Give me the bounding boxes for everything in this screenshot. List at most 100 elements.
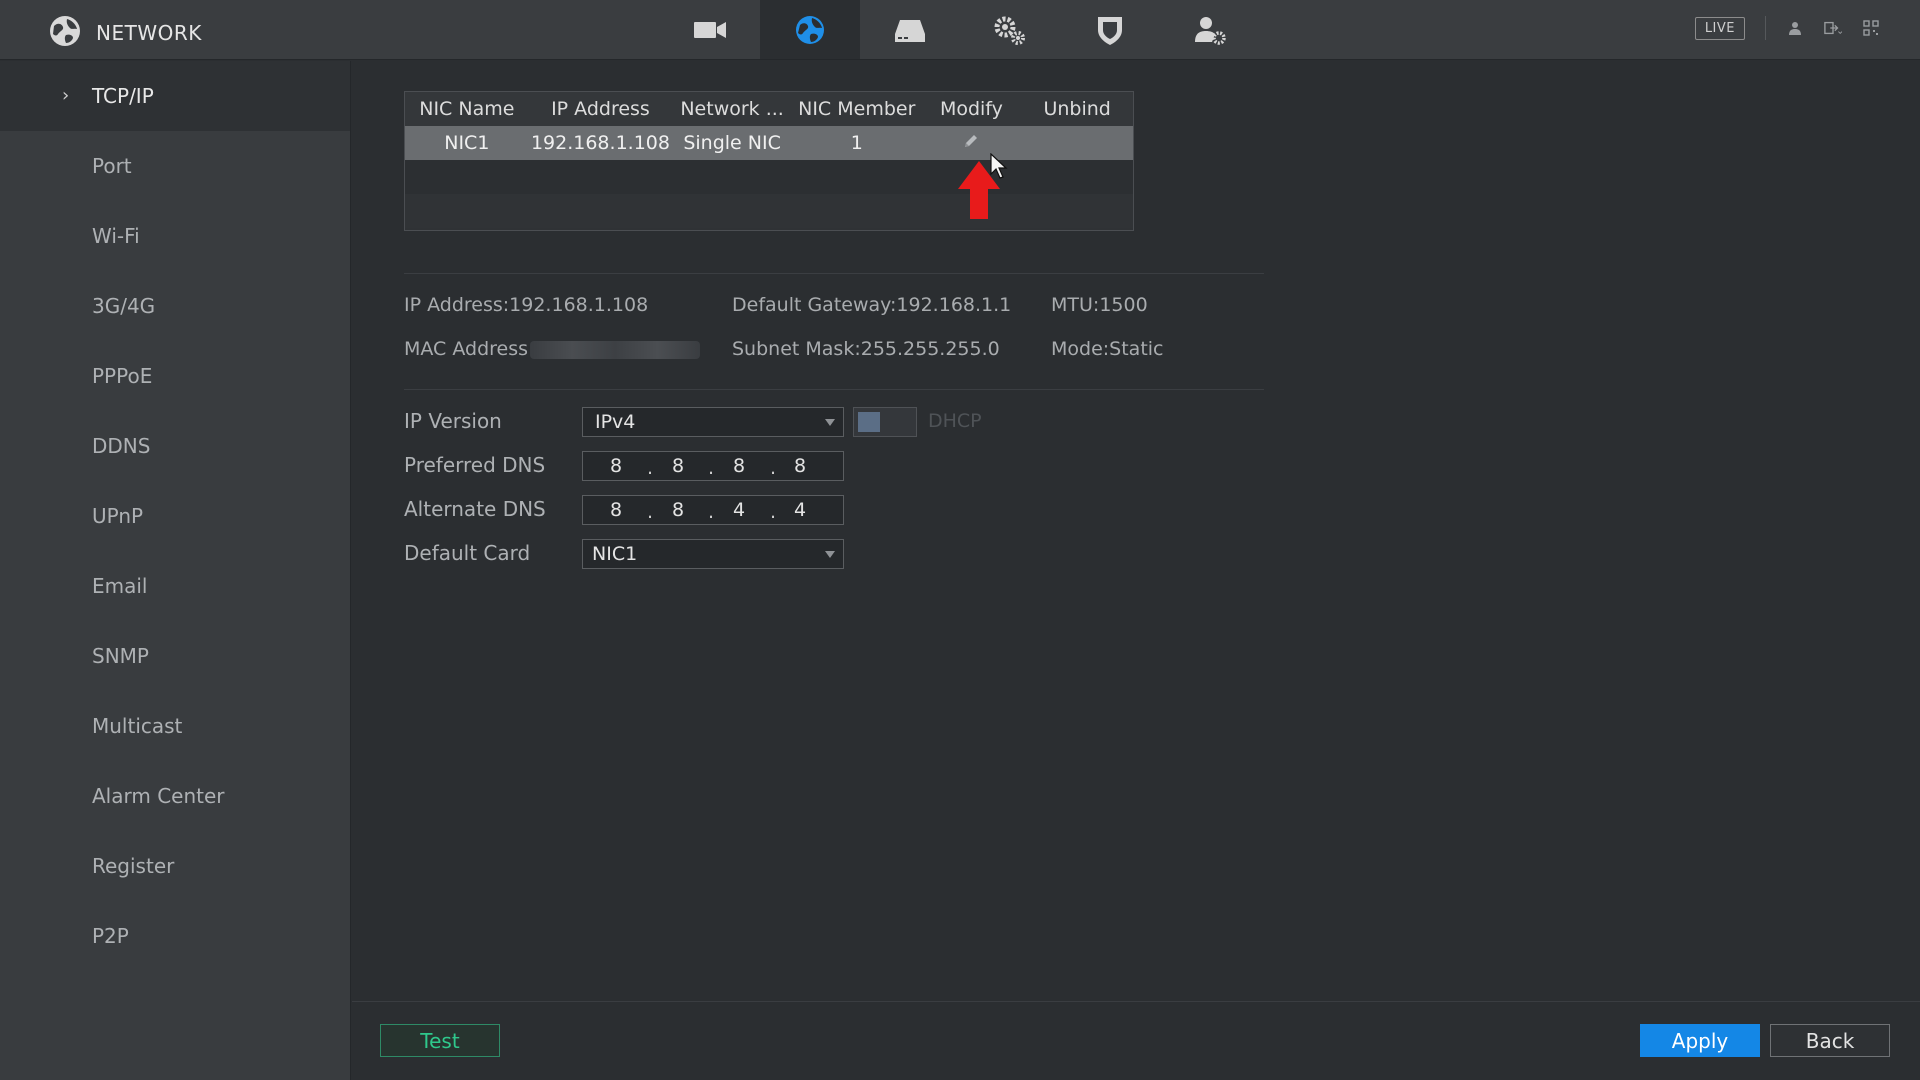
back-button[interactable]: Back (1770, 1024, 1890, 1057)
column-header[interactable]: Modify (922, 92, 1022, 126)
info-mode: Mode:Static (1051, 338, 1164, 360)
info-value: 1500 (1099, 294, 1148, 316)
preferred-dns-input[interactable]: 8 . 8 . 8 . 8 (582, 451, 844, 481)
alternate-dns-input[interactable]: 8 . 8 . 4 . 4 (582, 495, 844, 525)
edit-pencil-icon[interactable] (962, 132, 980, 155)
ip-octet[interactable]: 8 (601, 455, 631, 477)
column-header[interactable]: Unbind (1021, 92, 1133, 126)
sidebar-item-alarm-center[interactable]: Alarm Center (0, 761, 350, 831)
sidebar-item-upnp[interactable]: UPnP (0, 481, 350, 551)
sidebar-item-port[interactable]: Port (0, 131, 350, 201)
divider (404, 273, 1264, 274)
alternate-dns-label: Alternate DNS (404, 497, 546, 521)
nav-system[interactable] (960, 0, 1060, 59)
sidebar-item-label: Port (92, 154, 132, 178)
sidebar-item-p2p[interactable]: P2P (0, 901, 350, 971)
ip-address-cell: 192.168.1.108 (530, 132, 670, 154)
ip-dot: . (647, 457, 654, 479)
sidebar-item-wifi[interactable]: Wi-Fi (0, 201, 350, 271)
ip-octet[interactable]: 8 (724, 455, 754, 477)
divider (404, 389, 1264, 390)
sidebar-item-label: TCP/IP (92, 84, 154, 108)
nav-account[interactable] (1160, 0, 1260, 59)
toggle-knob (858, 412, 880, 432)
sidebar-item-3g4g[interactable]: 3G/4G (0, 271, 350, 341)
test-button[interactable]: Test (380, 1024, 500, 1057)
ip-version-select[interactable]: IPv4 (582, 407, 844, 437)
column-header[interactable]: NIC Name (405, 92, 529, 126)
nav-security[interactable] (1060, 0, 1160, 59)
ip-octet[interactable]: 8 (663, 455, 693, 477)
sidebar-item-label: Register (92, 854, 175, 878)
info-value: 255.255.255.0 (860, 338, 1000, 360)
column-header[interactable]: IP Address (529, 92, 673, 126)
sidebar: › TCP/IP Port Wi-Fi 3G/4G PPPoE DDNS UPn… (0, 61, 351, 1080)
info-subnet-mask: Subnet Mask:255.255.255.0 (732, 338, 1000, 360)
info-label: MTU: (1051, 294, 1100, 316)
ip-version-label: IP Version (404, 409, 502, 433)
info-mtu: MTU:1500 (1051, 294, 1148, 316)
account-icon (1195, 16, 1226, 45)
dhcp-label: DHCP (928, 410, 982, 432)
info-value: Static (1109, 338, 1164, 360)
camera-icon (694, 21, 726, 38)
sidebar-item-tcpip[interactable]: › TCP/IP (0, 61, 350, 131)
sidebar-item-email[interactable]: Email (0, 551, 350, 621)
ip-octet[interactable]: 8 (601, 499, 631, 521)
info-default-gateway: Default Gateway:192.168.1.1 (732, 294, 1011, 316)
red-arrow-annotation-icon (956, 159, 1002, 225)
apply-button[interactable]: Apply (1640, 1024, 1760, 1057)
ip-octet[interactable]: 8 (785, 455, 815, 477)
sidebar-item-multicast[interactable]: Multicast (0, 691, 350, 761)
sidebar-item-snmp[interactable]: SNMP (0, 621, 350, 691)
main-nav (660, 0, 1260, 60)
unbind-cell (1021, 126, 1133, 160)
ip-dot: . (647, 501, 654, 523)
sidebar-item-register[interactable]: Register (0, 831, 350, 901)
table-row[interactable]: NIC1 192.168.1.108 Single NIC 1 (405, 126, 1133, 160)
ip-dot: . (708, 457, 715, 479)
table-header: NIC Name IP Address Network ... NIC Memb… (405, 92, 1133, 126)
select-value: IPv4 (595, 411, 636, 433)
footer-bar: Test Apply Back (352, 1001, 1920, 1080)
storage-icon (895, 19, 925, 42)
user-icon[interactable] (1786, 19, 1804, 37)
table-row (405, 160, 1133, 194)
info-ip-address: IP Address:192.168.1.108 (404, 294, 648, 316)
info-value: 192.168.1.1 (896, 294, 1012, 316)
network-globe-icon (796, 15, 824, 44)
logout-icon[interactable] (1824, 19, 1842, 37)
default-card-label: Default Card (404, 541, 531, 565)
sidebar-item-label: Alarm Center (92, 784, 225, 808)
live-button[interactable]: LIVE (1694, 16, 1745, 40)
nic-member-cell: 1 (850, 132, 863, 154)
select-value: NIC1 (592, 543, 638, 565)
sidebar-item-pppoe[interactable]: PPPoE (0, 341, 350, 411)
info-label: Mode: (1051, 338, 1110, 360)
column-header[interactable]: Network ... (672, 92, 792, 126)
nav-camera[interactable] (660, 0, 760, 59)
info-mac-address: MAC Address (404, 338, 701, 360)
info-label: IP Address: (404, 294, 510, 316)
info-value: 192.168.1.108 (509, 294, 649, 316)
nic-name-cell: NIC1 (444, 132, 490, 154)
page-title: NETWORK (96, 21, 202, 45)
sidebar-item-label: PPPoE (92, 364, 153, 388)
mac-address-blurred (530, 340, 701, 359)
table-row (405, 194, 1133, 228)
ip-octet[interactable]: 4 (785, 499, 815, 521)
default-card-select[interactable]: NIC1 (582, 539, 844, 569)
sidebar-item-label: Email (92, 574, 148, 598)
ip-octet[interactable]: 8 (663, 499, 693, 521)
network-globe-icon (48, 14, 82, 52)
sidebar-item-ddns[interactable]: DDNS (0, 411, 350, 481)
ip-octet[interactable]: 4 (724, 499, 754, 521)
security-shield-icon (1098, 16, 1122, 45)
nav-storage[interactable] (860, 0, 960, 59)
main-panel: NIC Name IP Address Network ... NIC Memb… (352, 61, 1920, 1001)
divider (1765, 16, 1766, 40)
column-header[interactable]: NIC Member (792, 92, 922, 126)
nav-network[interactable] (760, 0, 860, 59)
dhcp-toggle[interactable] (853, 407, 917, 437)
qr-code-icon[interactable] (1862, 19, 1880, 37)
